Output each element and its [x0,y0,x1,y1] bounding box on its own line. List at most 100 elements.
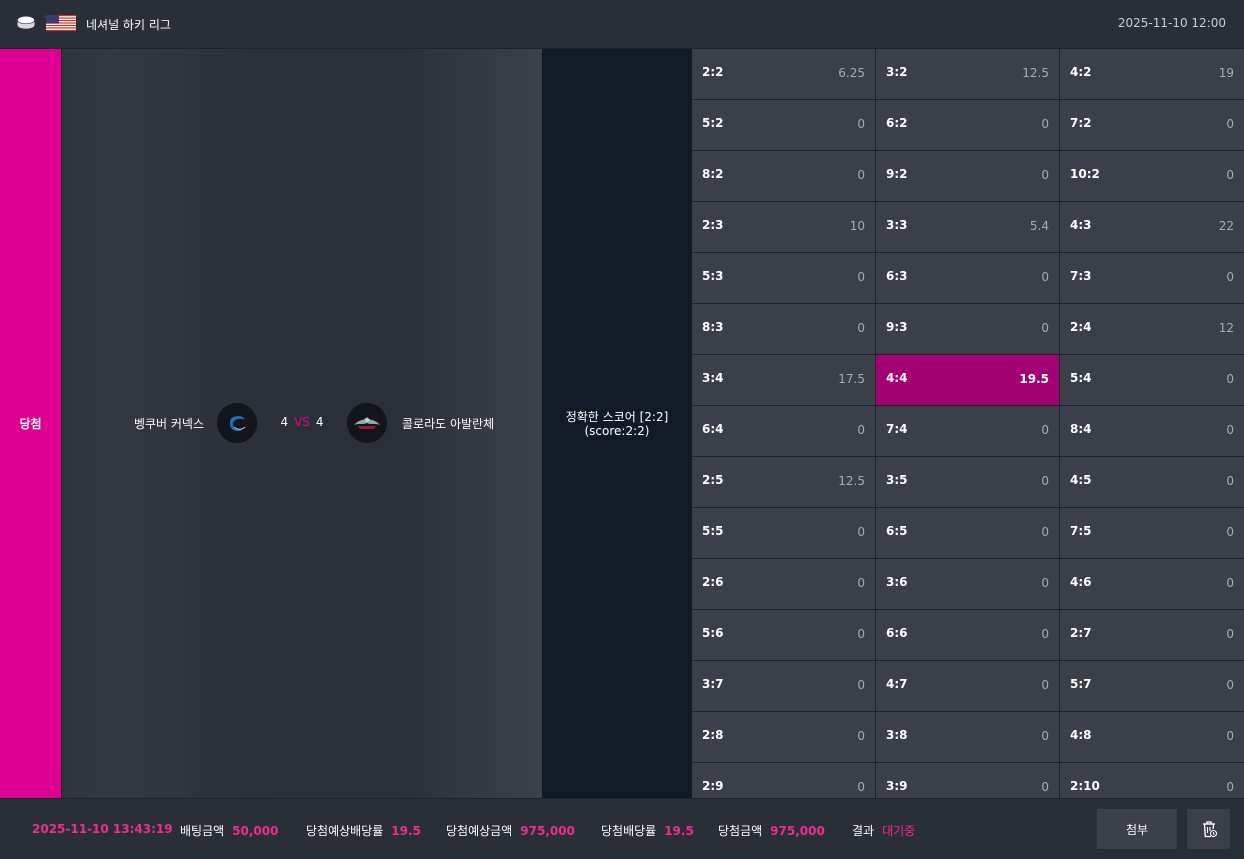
odds-value: 0 [1226,780,1234,794]
odds-cell[interactable]: 2:5 12.5 [692,457,875,507]
score-label: 8:2 [702,167,724,181]
odds-cell[interactable]: 8:2 0 [692,151,875,201]
odds-value: 0 [857,678,865,692]
odds-value: 0 [1226,627,1234,641]
score-label: 9:2 [886,167,908,181]
odds-cell[interactable]: 8:3 0 [692,304,875,354]
score-label: 2:5 [702,473,724,487]
odds-value: 0 [1041,321,1049,335]
odds-cell[interactable]: 7:3 0 [1060,253,1244,303]
odds-value: 0 [1226,117,1234,131]
score-label: 8:3 [702,320,724,334]
bet-result: 결과 대기중 [852,822,915,839]
bet-status-label: 당첨 [19,417,42,431]
odds-value: 12 [1218,321,1234,335]
odds-cell[interactable]: 4:2 19 [1060,49,1244,99]
odds-value: 0 [1226,729,1234,743]
odds-cell-selected[interactable]: 4:4 19.5 [876,355,1059,405]
odds-cell[interactable]: 7:5 0 [1060,508,1244,558]
score-label: 5:5 [702,524,724,538]
odds-cell[interactable]: 3:7 0 [692,661,875,711]
odds-cell[interactable]: 6:3 0 [876,253,1059,303]
expected-win: 당첨예상금액 975,000 [446,822,575,839]
score-label: 2:4 [1070,320,1092,334]
result-label: 결과 [852,824,875,838]
away-team-name: 콜로라도 아발란체 [402,417,495,431]
win-amount-label: 당첨금액 [718,824,763,838]
odds-cell[interactable]: 4:6 0 [1060,559,1244,609]
odds-cell[interactable]: 5:7 0 [1060,661,1244,711]
odds-cell[interactable]: 5:6 0 [692,610,875,660]
score-label: 6:5 [886,524,908,538]
odds-cell[interactable]: 4:7 0 [876,661,1059,711]
odds-cell[interactable]: 2:6 0 [692,559,875,609]
odds-cell[interactable]: 7:4 0 [876,406,1059,456]
odds-cell[interactable]: 9:2 0 [876,151,1059,201]
odds-cell[interactable]: 2:4 12 [1060,304,1244,354]
score-label: 5:6 [702,626,724,640]
league-name: 네셔널 하키 리그 [86,18,171,32]
odds-value: 17.5 [838,372,865,386]
odds-cell[interactable]: 4:3 22 [1060,202,1244,252]
odds-value: 6.25 [838,66,865,80]
score-label: 3:6 [886,575,908,589]
bet-amount-label: 배팅금액 [180,824,225,838]
win-odds-value: 19.5 [664,824,694,838]
score-label: 9:3 [886,320,908,334]
odds-cell[interactable]: 7:2 0 [1060,100,1244,150]
score-label: 2:10 [1070,779,1100,793]
odds-cell[interactable]: 6:4 0 [692,406,875,456]
attach-button[interactable]: 첨부 [1097,809,1177,849]
win-odds: 당첨배당률 19.5 [601,822,694,839]
odds-cell[interactable]: 5:3 0 [692,253,875,303]
delete-button[interactable] [1187,809,1230,849]
odds-cell[interactable]: 6:5 0 [876,508,1059,558]
odds-cell[interactable]: 3:2 12.5 [876,49,1059,99]
header: 네셔널 하키 리그 2025-11-10 12:00 [0,0,1244,49]
odds-cell[interactable]: 2:3 10 [692,202,875,252]
odds-grid: 2:2 6.25 3:2 12.5 4:2 19 5:2 0 6:2 0 7:2 0 8:2 0 9:2 0 1… [692,49,1244,813]
odds-cell[interactable]: 3:5 0 [876,457,1059,507]
odds-cell[interactable]: 2:2 6.25 [692,49,875,99]
odds-cell[interactable]: 9:3 0 [876,304,1059,354]
score-label: 8:4 [1070,422,1092,436]
odds-cell[interactable]: 2:7 0 [1060,610,1244,660]
odds-cell[interactable]: 5:2 0 [692,100,875,150]
odds-cell[interactable]: 3:3 5.4 [876,202,1059,252]
odds-cell[interactable]: 3:8 0 [876,712,1059,762]
odds-cell[interactable]: 3:6 0 [876,559,1059,609]
home-team-name: 벵쿠버 커넥스 [133,417,204,431]
odds-cell[interactable]: 8:4 0 [1060,406,1244,456]
score-label: 4:2 [1070,65,1092,79]
odds-value: 0 [1041,525,1049,539]
odds-value: 0 [857,525,865,539]
market-score: (score:2:2) [584,423,650,438]
vs-label: VS [294,415,310,429]
score-label: 4:8 [1070,728,1092,742]
trash-icon [1202,821,1217,838]
odds-cell[interactable]: 6:6 0 [876,610,1059,660]
odds-value: 0 [857,423,865,437]
score-label: 7:2 [1070,116,1092,130]
odds-cell[interactable]: 5:5 0 [692,508,875,558]
odds-value: 0 [1041,423,1049,437]
expected-odds: 당첨예상배당률 19.5 [306,822,421,839]
bet-time: 2025-11-10 13:43:19 [32,822,173,836]
odds-cell[interactable]: 10:2 0 [1060,151,1244,201]
score-label: 2:8 [702,728,724,742]
odds-value: 0 [1226,270,1234,284]
expected-odds-value: 19.5 [391,824,421,838]
odds-value: 22 [1218,219,1234,233]
odds-cell[interactable]: 2:8 0 [692,712,875,762]
odds-value: 19 [1218,66,1234,80]
odds-value: 0 [1226,576,1234,590]
odds-cell[interactable]: 6:2 0 [876,100,1059,150]
score-label: 4:6 [1070,575,1092,589]
odds-cell[interactable]: 4:5 0 [1060,457,1244,507]
odds-cell[interactable]: 5:4 0 [1060,355,1244,405]
odds-value: 10 [849,219,865,233]
score-label: 5:3 [702,269,724,283]
odds-cell[interactable]: 4:8 0 [1060,712,1244,762]
score-label: 3:4 [702,371,724,385]
odds-cell[interactable]: 3:4 17.5 [692,355,875,405]
